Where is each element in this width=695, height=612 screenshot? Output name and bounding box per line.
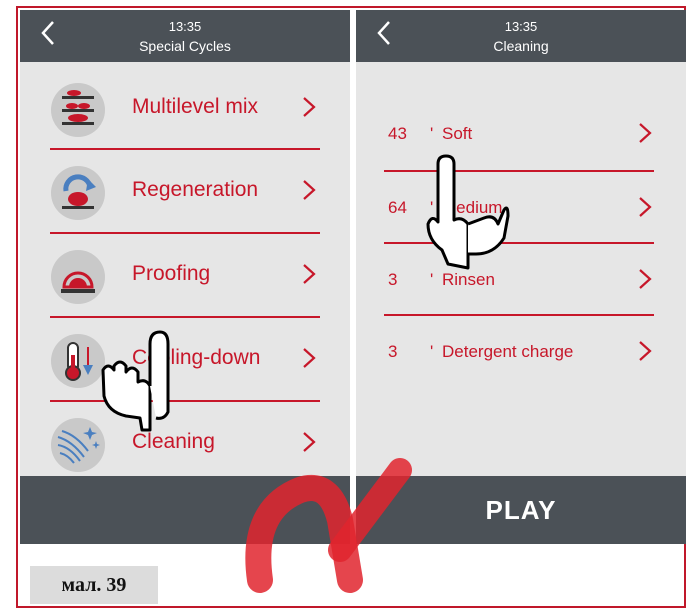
- duration-value: 3: [388, 270, 398, 289]
- cleaning-option-label: Detergent charge: [442, 342, 574, 361]
- duration-unit: ': [430, 198, 434, 217]
- special-cycles-screen: 13:35 Special Cycles Multilevel mix Rege…: [20, 10, 350, 544]
- duration-value: 3: [388, 342, 398, 361]
- chevron-right-icon: [639, 197, 652, 217]
- cleaning-option-rinsen[interactable]: 3 ' Rinsen: [356, 244, 686, 316]
- duration-unit: ': [430, 342, 434, 361]
- chevron-right-icon: [303, 264, 316, 284]
- screen-title: Special Cycles: [139, 38, 231, 54]
- chevron-right-icon: [639, 123, 652, 143]
- duration-value: 43: [388, 124, 407, 143]
- cleaning-option-soft[interactable]: 43 ' Soft: [356, 98, 686, 170]
- menu-item-regeneration[interactable]: Regeneration: [20, 151, 350, 233]
- footer-bar: [20, 476, 350, 544]
- chevron-right-icon: [303, 180, 316, 200]
- cleaning-option-detergent-charge[interactable]: 3 ' Detergent charge: [356, 316, 686, 388]
- cleaning-option-label: Medium: [442, 198, 503, 217]
- menu-item-multilevel-mix[interactable]: Multilevel mix: [20, 68, 350, 150]
- menu-item-label: Proofing: [132, 262, 211, 285]
- menu-item-label: Cooling-down: [132, 346, 261, 369]
- menu-item-proofing[interactable]: Proofing: [20, 235, 350, 317]
- chevron-right-icon: [303, 348, 316, 368]
- proofing-icon: [51, 250, 105, 304]
- thermometer-icon: [51, 334, 105, 388]
- cleaning-icon: [51, 418, 105, 472]
- divider: [50, 400, 320, 402]
- play-bar[interactable]: PLAY: [356, 476, 686, 544]
- figure-caption: мал. 39: [30, 566, 158, 604]
- header: 13:35 Special Cycles: [20, 10, 350, 62]
- chevron-right-icon: [303, 432, 316, 452]
- chevron-right-icon: [639, 341, 652, 361]
- duration-unit: ': [430, 124, 434, 143]
- duration-value: 64: [388, 198, 407, 217]
- header: 13:35 Cleaning: [356, 10, 686, 62]
- chevron-right-icon: [639, 269, 652, 289]
- divider: [50, 316, 320, 318]
- cleaning-option-label: Soft: [442, 124, 473, 143]
- divider: [50, 148, 320, 150]
- multilevel-mix-icon: [51, 83, 105, 137]
- menu-item-label: Regeneration: [132, 178, 259, 201]
- menu-item-label: Cleaning: [132, 430, 215, 453]
- duration-unit: ': [430, 270, 434, 289]
- divider: [50, 232, 320, 234]
- cleaning-option-label: Rinsen: [442, 270, 495, 289]
- play-button[interactable]: PLAY: [356, 495, 686, 526]
- menu-item-cooling-down[interactable]: Cooling-down: [20, 319, 350, 401]
- menu-item-cleaning[interactable]: Cleaning: [20, 403, 350, 485]
- menu-item-label: Multilevel mix: [132, 95, 259, 118]
- chevron-right-icon: [303, 97, 316, 117]
- cleaning-option-medium[interactable]: 64 ' Medium: [356, 172, 686, 244]
- regeneration-icon: [51, 166, 105, 220]
- clock: 13:35: [168, 19, 202, 34]
- cleaning-screen: 13:35 Cleaning 43 ' Soft 64 ' Medium 3 '…: [356, 10, 686, 544]
- clock: 13:35: [504, 19, 538, 34]
- screen-title: Cleaning: [493, 38, 549, 54]
